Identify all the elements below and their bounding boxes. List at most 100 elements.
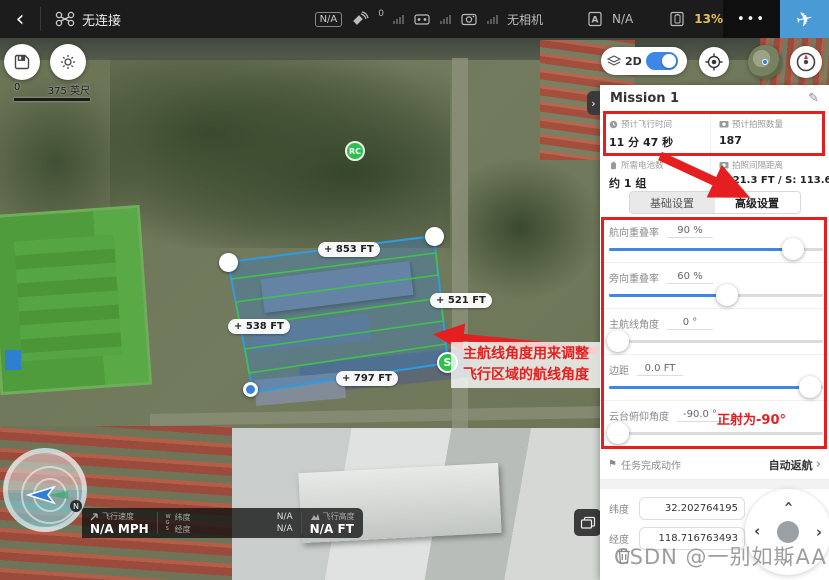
telemetry-lng-label: 经度 [175,524,191,535]
latitude-label: 纬度 [609,501,633,516]
rc-location-marker[interactable]: RC [345,141,365,161]
map-sports-field [14,235,122,362]
settings-tabs: 基础设置 高级设置 [600,191,829,217]
route-angle-slider[interactable] [609,340,823,343]
battery-percent: 13% [694,12,723,26]
advanced-settings-sliders: 航向重叠率 90 % 旁向重叠率 60 % 主航线角度 0 ° 边距 0.0 F… [600,217,829,447]
latitude-input[interactable]: 32.202764195 [639,497,745,520]
rc-signal-bars [440,15,451,24]
speed-value: N/A MPH [90,522,149,536]
edit-mission-name-button[interactable]: ✎ [808,91,819,106]
margin-value-input[interactable]: 0.0 FT [637,362,683,376]
polygon-vertex-handle-selected[interactable] [243,382,258,397]
flight-mode-badge: N/A [315,12,343,27]
slider-row-side-overlap: 旁向重叠率 60 % [600,263,829,309]
side-overlap-slider[interactable] [609,294,823,297]
stat-value-photo-count: 187 [719,134,829,147]
flag-icon: ⚑ [608,459,617,470]
edge-length-label: + 797 FT [336,371,398,386]
map-trees [110,58,450,248]
minimap-location-dot [762,59,768,65]
speed-label: 飞行速度 [102,511,134,522]
slider-row-course-overlap: 航向重叠率 90 % [600,217,829,263]
slider-label: 主航线角度 [609,316,659,331]
telemetry-lat-value: N/A [277,512,293,522]
camera-signal-bars [487,15,498,24]
finish-action-value: 自动返航 [769,457,813,473]
connection-status: 无连接 [82,10,121,29]
tab-basic-settings[interactable]: 基础设置 [630,192,715,213]
panel-collapse-button[interactable]: › [587,91,600,115]
more-menu-button[interactable]: ••• [723,0,780,38]
edge-length-label: + 853 FT [318,242,380,257]
takeoff-button[interactable]: ✈ [780,0,829,38]
mission-settings-button[interactable] [50,44,86,80]
altitude-value: N/A FT [310,522,355,536]
locate-me-button[interactable] [699,47,729,77]
slider-row-margin: 边距 0.0 FT [600,355,829,401]
altitude-label: 飞行高度 [323,511,355,522]
attitude-compass [3,448,87,532]
nudge-center-dot[interactable] [777,521,799,543]
top-status-bar: ‹ 无连接 N/A 0 无相机 A N/A 13% ••• ✈ [0,0,829,38]
edge-length-label: + 538 FT [228,319,290,334]
stat-label: 预计拍照数量 [732,118,783,130]
watermark: CSDN @一别如斯AA [614,541,827,571]
slider-label: 旁向重叠率 [609,270,659,285]
mission-settings-panel: › Mission 1 ✎ 预计飞行时间 11 分 47 秒 预计拍照数量 18… [600,85,829,580]
map-road [150,406,610,426]
section-divider [600,480,829,489]
layers-stack-icon [580,516,596,530]
map-buildings [254,372,346,406]
crosshair-icon [704,52,724,72]
scale-distance: 375 英尺 [48,82,90,97]
telemetry-lat-label: 纬度 [175,512,191,523]
compass-icon [795,51,817,73]
wgs-label: WGS [166,514,171,532]
gear-icon [58,52,78,72]
battery-count-icon [609,161,618,170]
speed-icon [90,512,99,521]
margin-slider[interactable] [609,386,823,389]
save-mission-button[interactable] [4,44,40,80]
mode-2d-label: 2D [625,55,642,68]
tab-advanced-settings[interactable]: 高级设置 [715,192,800,213]
map-layer-switch-button[interactable] [574,509,601,536]
slider-thumb[interactable] [782,238,804,260]
stat-value-flight-time: 11 分 47 秒 [609,134,710,150]
mission-title: Mission 1 [610,91,679,106]
finish-action-label: 任务完成动作 [621,457,681,472]
course-overlap-value-input[interactable]: 90 % [667,224,713,238]
slider-thumb[interactable] [607,422,629,444]
course-overlap-slider[interactable] [609,248,823,251]
slider-thumb[interactable] [716,284,738,306]
slider-thumb[interactable] [607,330,629,352]
slider-row-gimbal-pitch: 云台俯仰角度 -90.0 ° 正射为-90° [600,401,829,447]
mode-2d-toggle[interactable] [646,52,678,70]
side-overlap-value-input[interactable]: 60 % [667,270,713,284]
scale-zero: 0 [14,82,20,97]
gimbal-pitch-slider[interactable] [609,432,823,435]
compass-reset-button[interactable] [790,46,822,78]
rc-mode-icon: A [587,11,603,27]
mission-stats: 预计飞行时间 11 分 47 秒 预计拍照数量 187 所需电池数 约 1 组 … [600,113,829,195]
stat-value-interval: F: 21.3 FT / S: 113.6 FT [719,175,829,186]
nudge-up-button[interactable]: › [779,501,797,507]
back-button[interactable]: ‹ [0,7,40,32]
polygon-vertex-handle[interactable] [219,253,238,272]
edge-length-label: + 521 FT [430,293,492,308]
nudge-left-button[interactable]: › [754,523,760,541]
polygon-vertex-handle[interactable] [425,227,444,246]
stat-label: 预计飞行时间 [621,118,672,130]
nudge-right-button[interactable]: › [816,523,822,541]
minimap-thumbnail[interactable] [748,45,782,79]
chevron-right-icon: › [816,457,821,472]
rc-mode-value: N/A [612,12,633,26]
gps-satellite-icon [351,11,369,27]
map-scale-bar: 0 375 英尺 [14,82,90,101]
route-angle-value-input[interactable]: 0 ° [667,316,713,330]
interval-icon [719,161,729,169]
stat-label: 拍照间隔距离 [732,159,783,171]
slider-thumb[interactable] [799,376,821,398]
finish-action-row[interactable]: ⚑ 任务完成动作 自动返航› [600,450,829,480]
